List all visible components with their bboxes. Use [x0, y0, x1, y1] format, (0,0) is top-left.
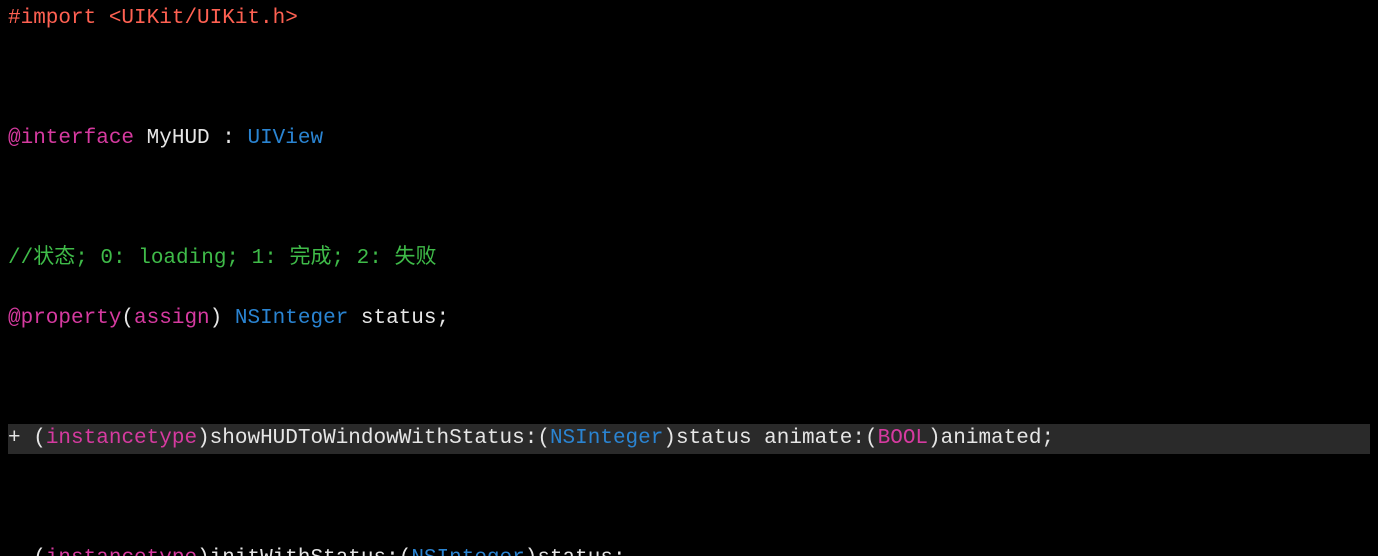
type-nsinteger: NSInteger — [411, 547, 524, 556]
paren-close: ) — [197, 547, 210, 556]
paren-close: ) — [928, 427, 941, 450]
blank-line — [8, 184, 1370, 214]
attr-assign: assign — [134, 307, 210, 330]
code-block: #import <UIKit/UIKit.h> @interface MyHUD… — [0, 0, 1378, 556]
keyword-instancetype: instancetype — [46, 427, 197, 450]
class-name: MyHUD — [147, 127, 210, 150]
method-plus: + — [8, 427, 33, 450]
keyword-interface: @interface — [8, 127, 134, 150]
keyword-property: @property — [8, 307, 121, 330]
code-line: - (instancetype)initWithStatus:(NSIntege… — [8, 544, 1370, 556]
paren-close: ) — [525, 547, 538, 556]
type-nsinteger: NSInteger — [550, 427, 663, 450]
paren-close: ) — [210, 307, 223, 330]
code-line: @interface MyHUD : UIView — [8, 124, 1370, 154]
identifier-status: status; — [348, 307, 449, 330]
method-segment: status animate: — [676, 427, 865, 450]
colon: : — [210, 127, 248, 150]
preprocessor-directive: #import — [8, 7, 96, 30]
blank-line — [8, 364, 1370, 394]
type-uiview: UIView — [247, 127, 323, 150]
paren-close: ) — [197, 427, 210, 450]
method-segment: showHUDToWindowWithStatus: — [210, 427, 538, 450]
method-segment: initWithStatus: — [210, 547, 399, 556]
comment-line: //状态; 0: loading; 1: 完成; 2: 失败 — [8, 244, 1370, 274]
paren-open: ( — [865, 427, 878, 450]
paren-open: ( — [121, 307, 134, 330]
code-line: @property(assign) NSInteger status; — [8, 304, 1370, 334]
paren-close: ) — [663, 427, 676, 450]
paren-open: ( — [33, 547, 46, 556]
blank-line — [8, 64, 1370, 94]
type-bool: BOOL — [878, 427, 928, 450]
paren-open: ( — [399, 547, 412, 556]
method-minus: - — [8, 547, 33, 556]
code-line: #import <UIKit/UIKit.h> — [8, 4, 1370, 34]
blank-line — [8, 484, 1370, 514]
param-animated: animated; — [941, 427, 1054, 450]
param-status: status; — [537, 547, 625, 556]
code-line-highlighted: + (instancetype)showHUDToWindowWithStatu… — [8, 424, 1370, 454]
type-nsinteger: NSInteger — [235, 307, 348, 330]
paren-open: ( — [33, 427, 46, 450]
keyword-instancetype: instancetype — [46, 547, 197, 556]
comment: //状态; 0: loading; 1: 完成; 2: 失败 — [8, 247, 436, 270]
import-path: <UIKit/UIKit.h> — [109, 7, 298, 30]
paren-open: ( — [537, 427, 550, 450]
